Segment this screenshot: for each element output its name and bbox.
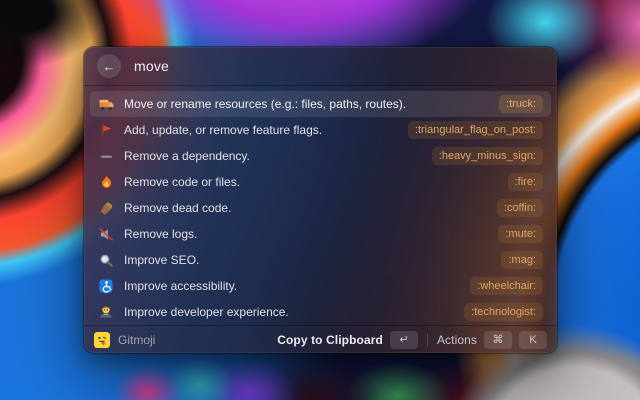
back-icon: ← (103, 60, 116, 73)
gitmoji-code-badge: :mag: (501, 251, 543, 270)
footer-actions: Copy to Clipboard ↵ Actions ⌘ K (277, 331, 547, 349)
list-item-minus[interactable]: Remove a dependency. :heavy_minus_sign: (90, 143, 551, 169)
list-item-label: Remove dead code. (124, 201, 231, 215)
gitmoji-code-badge: :coffin: (497, 199, 543, 218)
search-bar[interactable]: ← move (84, 47, 557, 86)
footer-separator (427, 334, 428, 346)
actions-button[interactable]: Actions (437, 333, 477, 347)
list-item-label: Improve SEO. (124, 253, 199, 267)
gitmoji-code-badge: :triangular_flag_on_post: (408, 121, 543, 140)
list-item-label: Improve developer experience. (124, 305, 289, 319)
list-item-label: Add, update, or remove feature flags. (124, 123, 322, 137)
list-item-fire[interactable]: Remove code or files. :fire: (90, 169, 551, 195)
list-item-dev-experience[interactable]: Improve developer experience. :technolog… (90, 299, 551, 325)
gitmoji-code-badge: :fire: (508, 173, 543, 192)
gitmoji-code-badge: :technologist: (464, 303, 543, 322)
list-item-coffin[interactable]: Remove dead code. :coffin: (90, 195, 551, 221)
mute-icon (98, 227, 114, 242)
gitmoji-code-badge: :truck: (499, 95, 543, 114)
gitmoji-code-badge: :wheelchair: (470, 277, 543, 296)
wheelchair-icon (98, 279, 114, 294)
k-key[interactable]: K (519, 331, 547, 349)
list-item-truck[interactable]: Move or rename resources (e.g.: files, p… (90, 91, 551, 117)
results-list: Move or rename resources (e.g.: files, p… (84, 86, 557, 325)
search-input[interactable]: move (134, 58, 169, 74)
gitmoji-code-badge: :heavy_minus_sign: (432, 147, 543, 166)
list-item-seo[interactable]: Improve SEO. :mag: (90, 247, 551, 273)
list-item-label: Improve accessibility. (124, 279, 237, 293)
copy-to-clipboard-button[interactable]: Copy to Clipboard (277, 333, 383, 347)
extension-name: Gitmoji (118, 333, 155, 347)
back-button[interactable]: ← (97, 54, 121, 78)
footer-bar: Gitmoji Copy to Clipboard ↵ Actions ⌘ K (84, 325, 557, 353)
gitmoji-code-badge: :mute: (498, 225, 543, 244)
list-item-accessibility[interactable]: Improve accessibility. :wheelchair: (90, 273, 551, 299)
coffin-icon (98, 201, 114, 216)
return-key-icon[interactable]: ↵ (390, 331, 418, 349)
list-item-mute[interactable]: Remove logs. :mute: (90, 221, 551, 247)
command-key-icon[interactable]: ⌘ (484, 331, 512, 349)
heavy-minus-sign-icon (98, 149, 114, 164)
list-item-label: Remove a dependency. (124, 149, 250, 163)
list-item-label: Remove code or files. (124, 175, 240, 189)
gitmoji-logo-icon (94, 332, 110, 348)
list-item-label: Remove logs. (124, 227, 197, 241)
list-item-flag[interactable]: Add, update, or remove feature flags. :t… (90, 117, 551, 143)
triangular-flag-icon (98, 123, 114, 138)
truck-icon (98, 97, 114, 112)
fire-icon (98, 175, 114, 190)
list-item-label: Move or rename resources (e.g.: files, p… (124, 97, 406, 111)
technologist-icon (98, 305, 114, 320)
command-palette-window: ← move Move or rename resources (e.g.: f… (84, 47, 557, 353)
magnifying-glass-icon (98, 253, 114, 268)
